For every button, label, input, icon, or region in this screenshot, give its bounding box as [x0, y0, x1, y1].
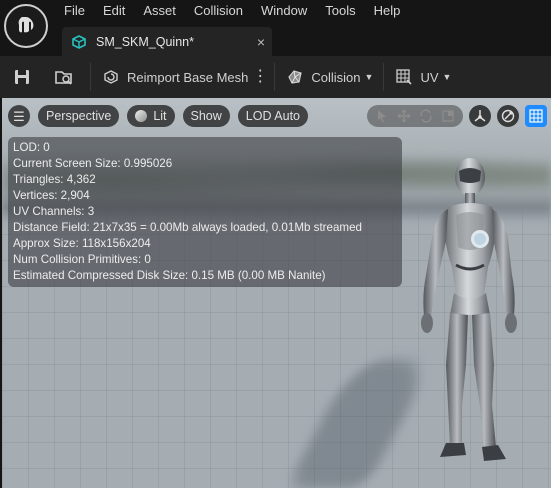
viewport-transform-tools	[361, 104, 547, 128]
toolbar: Reimport Base Mesh ⋮ Collision ▼ UV ▼	[0, 56, 551, 98]
menu-file[interactable]: File	[56, 0, 94, 22]
stat-vertices: Vertices: 2,904	[13, 189, 90, 203]
uv-grid-icon	[394, 67, 414, 87]
show-button[interactable]: Show	[182, 105, 230, 127]
hamburger-icon: ☰	[13, 108, 25, 124]
viewport-left-controls: ☰ Perspective Lit Show LOD Auto	[8, 104, 316, 128]
toolbar-separator	[274, 63, 276, 91]
lit-sphere-icon	[135, 110, 148, 122]
transform-tool-group	[367, 105, 463, 127]
cursor-icon	[378, 110, 386, 123]
lod-button[interactable]: LOD Auto	[237, 105, 308, 127]
stat-screen-size: Current Screen Size: 0.995026	[13, 157, 173, 171]
collision-label: Collision	[311, 69, 361, 85]
local-space-button[interactable]	[469, 105, 491, 127]
uv-dropdown[interactable]: UV ▼	[390, 61, 455, 93]
save-button[interactable]	[0, 61, 44, 93]
surface-snap-button[interactable]	[497, 105, 519, 127]
more-options-button[interactable]: ⋮	[252, 61, 268, 93]
move-icon	[397, 109, 411, 123]
close-icon[interactable]: ×	[250, 34, 272, 50]
stat-distance-field: Distance Field: 21x7x35 = 0.00Mb always …	[13, 221, 362, 235]
collision-icon	[285, 67, 305, 87]
rotate-icon	[420, 109, 432, 123]
lit-label: Lit	[153, 109, 167, 123]
mesh-viewport[interactable]: ☰ Perspective Lit Show LOD Auto LOD: 0 C…	[2, 98, 551, 488]
stat-triangles: Triangles: 4,362	[13, 173, 96, 187]
select-tool-button[interactable]	[371, 105, 393, 127]
main-menu: File Edit Asset Collision Window Tools H…	[56, 0, 409, 22]
lit-button[interactable]: Lit	[127, 105, 175, 127]
menu-tools[interactable]: Tools	[316, 0, 364, 22]
stat-uv-channels: UV Channels: 3	[13, 205, 95, 219]
collision-dropdown[interactable]: Collision ▼	[281, 61, 377, 93]
toolbar-separator	[383, 63, 385, 91]
save-icon	[12, 67, 32, 87]
menu-edit[interactable]: Edit	[94, 0, 134, 22]
perspective-button[interactable]: Perspective	[38, 105, 120, 127]
asset-tab[interactable]: SM_SKM_Quinn* ×	[62, 27, 272, 56]
coordinate-space-icon	[474, 110, 486, 122]
stat-approx-size: Approx Size: 118x156x204	[13, 237, 151, 251]
menu-window[interactable]: Window	[252, 0, 316, 22]
move-tool-button[interactable]	[393, 105, 415, 127]
chevron-down-icon: ▼	[442, 72, 452, 82]
stat-collision-primitives: Num Collision Primitives: 0	[13, 253, 151, 267]
uv-label: UV	[420, 69, 439, 85]
scale-tool-button[interactable]	[437, 105, 459, 127]
menu-collision[interactable]: Collision	[185, 0, 252, 22]
grid-snap-icon	[529, 109, 543, 123]
viewport-menu-button[interactable]: ☰	[8, 105, 30, 127]
rotate-tool-button[interactable]	[415, 105, 437, 127]
title-bar: File Edit Asset Collision Window Tools H…	[0, 0, 551, 56]
unreal-logo-icon[interactable]	[4, 4, 48, 48]
chevron-down-icon: ▼	[364, 72, 374, 82]
show-label: Show	[190, 109, 222, 123]
character-mesh	[421, 158, 517, 461]
browse-button[interactable]	[44, 61, 84, 93]
browse-asset-icon	[54, 67, 74, 87]
reimport-label: Reimport Base Mesh	[127, 69, 249, 85]
menu-asset[interactable]: Asset	[134, 0, 185, 22]
skeletal-mesh-icon	[71, 34, 87, 50]
reimport-icon	[101, 67, 121, 87]
toolbar-separator	[90, 63, 91, 91]
grid-snap-button[interactable]	[525, 105, 547, 127]
stat-disk-size: Estimated Compressed Disk Size: 0.15 MB …	[13, 269, 326, 283]
reimport-base-mesh-button[interactable]: Reimport Base Mesh	[97, 61, 252, 93]
tab-label: SM_SKM_Quinn*	[96, 34, 194, 49]
scale-icon	[442, 110, 454, 122]
perspective-label: Perspective	[46, 109, 112, 123]
lod-label: LOD Auto	[245, 109, 300, 123]
surface-snap-icon	[501, 109, 515, 123]
kebab-menu-icon: ⋮	[252, 68, 269, 85]
menu-help[interactable]: Help	[365, 0, 410, 22]
mesh-stats-overlay: LOD: 0 Current Screen Size: 0.995026 Tri…	[8, 137, 402, 287]
stat-lod: LOD: 0	[13, 141, 50, 154]
